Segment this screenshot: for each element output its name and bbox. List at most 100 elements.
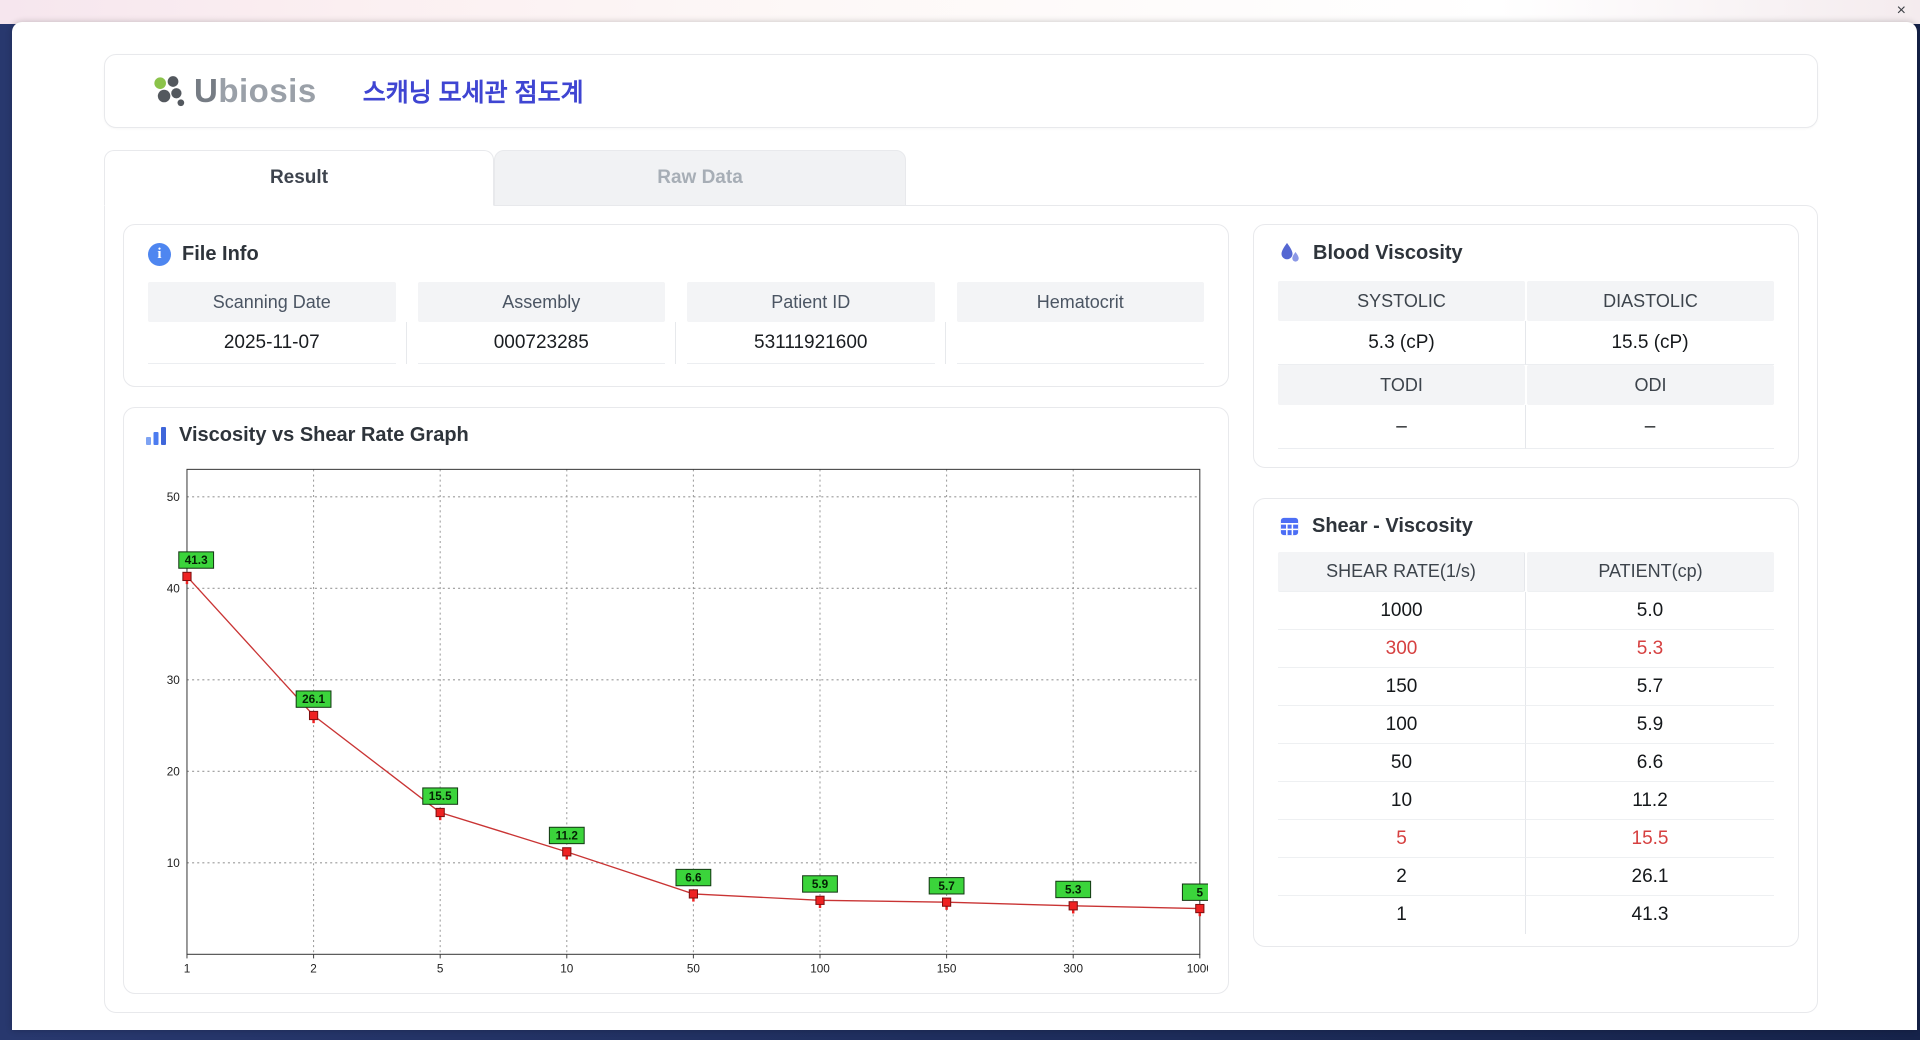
bv-header-cell: TODI (1278, 365, 1525, 405)
bv-value-cell: 15.5 (cP) (1526, 321, 1774, 365)
shear-viscosity-card: Shear - Viscosity SHEAR RATE(1/s) PATIENT… (1253, 498, 1799, 947)
svg-text:10: 10 (560, 963, 574, 976)
svg-text:50: 50 (167, 491, 181, 504)
blood-viscosity-title: Blood Viscosity (1313, 241, 1463, 264)
droplets-icon (1281, 243, 1299, 262)
file-info-card: i File Info Scanning Date 2025-11-07 Assem… (123, 224, 1229, 387)
close-icon[interactable]: × (1897, 3, 1906, 19)
svg-text:5.7: 5.7 (938, 880, 955, 893)
bv-value-cell: – (1278, 405, 1526, 449)
field-value (956, 322, 1204, 364)
file-info-fields: Scanning Date 2025-11-07 Assembly 000723285… (148, 282, 1204, 364)
tab-raw-data[interactable]: Raw Data (494, 150, 906, 206)
sv-shear-cell: 10 (1278, 782, 1526, 820)
shear-viscosity-header: Shear - Viscosity (1278, 515, 1774, 538)
sv-patient-cell: 5.3 (1526, 630, 1774, 668)
sv-patient-cell: 5.0 (1526, 592, 1774, 630)
sv-header-row: SHEAR RATE(1/s) PATIENT(cp) (1278, 552, 1774, 592)
sv-patient-cell: 15.5 (1526, 820, 1774, 858)
field-label: Hematocrit (956, 282, 1204, 322)
page-title: 스캐닝 모세관 점도계 (362, 79, 584, 107)
bv-header-row: TODI ODI (1278, 365, 1774, 405)
bv-header-row: SYSTOLIC DIASTOLIC (1278, 281, 1774, 321)
viscosity-shear-plot: 10 20 30 40 50 1 2 5 10 50 100 150 300 1000 41.3 26.1 15… (167, 468, 1208, 976)
svg-text:100: 100 (810, 963, 830, 976)
viscosity-chart: 10 20 30 40 50 1 2 5 10 50 100 150 300 1000 41.3 26.1 15… (144, 453, 1208, 985)
sv-column-header: SHEAR RATE(1/s) (1278, 552, 1525, 592)
shear-viscosity-table: SHEAR RATE(1/s) PATIENT(cp) 1000 5.0 300 5.3 1… (1278, 552, 1774, 934)
file-info-field: Hematocrit (956, 282, 1204, 364)
svg-text:1: 1 (184, 963, 191, 976)
graph-title: Viscosity vs Shear Rate Graph (179, 424, 469, 446)
file-info-field: Assembly 000723285 (417, 282, 676, 364)
svg-text:6.6: 6.6 (685, 872, 702, 885)
svg-text:50: 50 (687, 963, 701, 976)
sv-shear-cell: 150 (1278, 668, 1526, 706)
logo-letter-u: U (194, 72, 219, 109)
tab-result[interactable]: Result (104, 150, 494, 206)
sv-shear-cell: 1000 (1278, 592, 1526, 630)
table-row: 50 6.6 (1278, 744, 1774, 782)
graph-card: Viscosity vs Shear Rate Graph 10 20 30 40 50… (123, 407, 1229, 994)
bv-header-cell: DIASTOLIC (1527, 281, 1774, 321)
svg-text:5.9: 5.9 (812, 878, 829, 891)
bv-value-cell: – (1526, 405, 1774, 449)
bv-value-row: 5.3 (cP) 15.5 (cP) (1278, 321, 1774, 365)
file-info-title: File Info (182, 243, 259, 265)
logo-rest: biosis (218, 72, 317, 109)
svg-text:10: 10 (167, 857, 181, 870)
svg-text:15.5: 15.5 (429, 790, 452, 803)
main-panel: i File Info Scanning Date 2025-11-07 Assem… (104, 205, 1818, 1013)
table-row: 2 26.1 (1278, 858, 1774, 896)
sv-shear-cell: 50 (1278, 744, 1526, 782)
ubiosis-logo: Ubiosis (149, 72, 317, 110)
field-label: Scanning Date (148, 282, 396, 322)
table-row: 300 5.3 (1278, 630, 1774, 668)
field-value: 53111921600 (687, 322, 935, 364)
table-row: 1 41.3 (1278, 896, 1774, 934)
blood-viscosity-table: SYSTOLIC DIASTOLIC 5.3 (cP) 15.5 (cP) TODI OD… (1278, 281, 1774, 449)
graph-header: Viscosity vs Shear Rate Graph (144, 424, 1208, 447)
file-info-header: i File Info (148, 243, 1204, 266)
bv-value-cell: 5.3 (cP) (1278, 321, 1526, 365)
svg-text:5: 5 (437, 963, 444, 976)
logo-cluster-icon (154, 76, 185, 107)
window-titlebar: × (0, 0, 1920, 24)
page-content: Ubiosis 스캐닝 모세관 점도계 Result Raw Data i Fi… (12, 22, 1824, 1013)
table-row: 5 15.5 (1278, 820, 1774, 858)
bv-header-cell: ODI (1527, 365, 1774, 405)
svg-text:5: 5 (1197, 886, 1204, 899)
sv-column-header: PATIENT(cp) (1527, 552, 1774, 592)
svg-text:11.2: 11.2 (556, 830, 579, 843)
shear-viscosity-title: Shear - Viscosity (1312, 515, 1473, 537)
app-window: Ubiosis 스캐닝 모세관 점도계 Result Raw Data i Fi… (12, 22, 1917, 1030)
table-row: 100 5.9 (1278, 706, 1774, 744)
sv-shear-cell: 100 (1278, 706, 1526, 744)
tab-bar: Result Raw Data (104, 150, 1824, 206)
svg-text:40: 40 (167, 582, 181, 595)
bar-chart-icon (146, 426, 166, 445)
svg-text:41.3: 41.3 (185, 554, 208, 567)
field-value: 2025-11-07 (148, 322, 396, 364)
file-info-field: Patient ID 53111921600 (687, 282, 945, 364)
svg-text:2: 2 (310, 963, 317, 976)
file-info-field: Scanning Date 2025-11-07 (148, 282, 406, 364)
svg-text:30: 30 (167, 674, 181, 687)
svg-text:1000: 1000 (1187, 963, 1208, 976)
field-value: 000723285 (417, 322, 665, 364)
svg-text:300: 300 (1063, 963, 1083, 976)
header-card: Ubiosis 스캐닝 모세관 점도계 (104, 54, 1818, 128)
sv-patient-cell: 5.9 (1526, 706, 1774, 744)
blood-viscosity-header: Blood Viscosity (1278, 241, 1774, 265)
svg-text:150: 150 (937, 963, 957, 976)
sv-shear-cell: 2 (1278, 858, 1526, 896)
field-label: Assembly (417, 282, 665, 322)
svg-text:20: 20 (167, 765, 181, 778)
sv-patient-cell: 6.6 (1526, 744, 1774, 782)
sv-patient-cell: 5.7 (1526, 668, 1774, 706)
bv-value-row: – – (1278, 405, 1774, 449)
table-row: 150 5.7 (1278, 668, 1774, 706)
left-column: i File Info Scanning Date 2025-11-07 Assem… (123, 224, 1229, 994)
table-grid-icon (1280, 517, 1299, 536)
table-row: 1000 5.0 (1278, 592, 1774, 630)
